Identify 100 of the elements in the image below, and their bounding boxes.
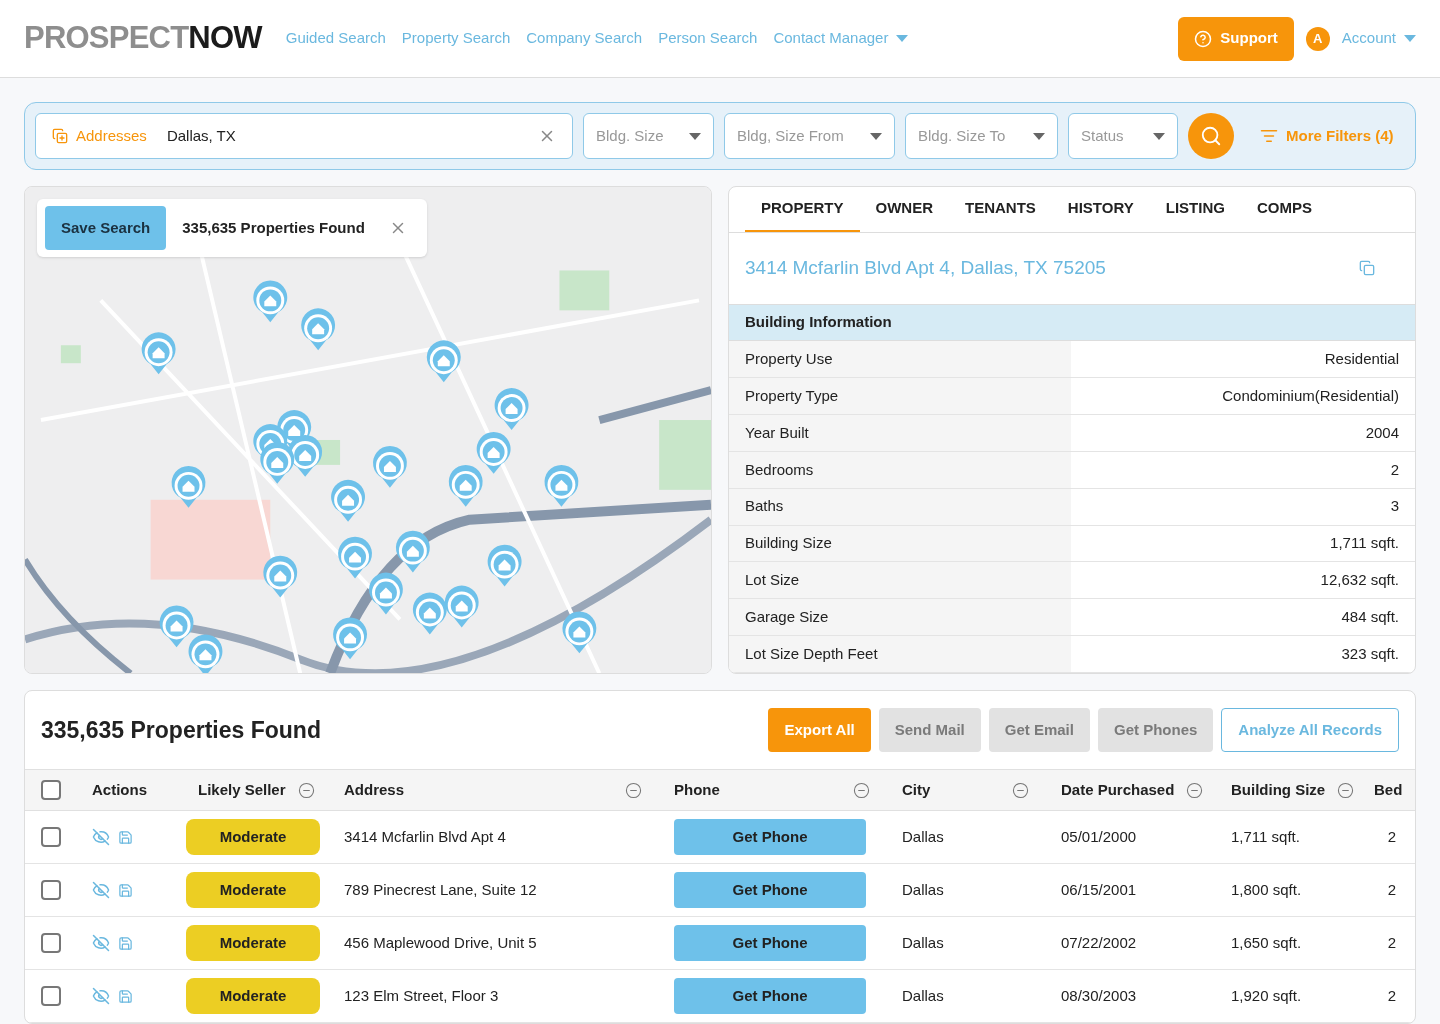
action-button[interactable]: Get Email (988, 708, 1090, 752)
field-label: Baths (729, 488, 1071, 525)
nav-link[interactable]: Company Search (526, 27, 643, 50)
filter-dropdown[interactable]: Bldg. Size To (905, 113, 1058, 159)
map[interactable]: Save Search 335,635 Properties Found (24, 186, 712, 674)
nav-link[interactable]: Person Search (658, 27, 758, 50)
field-label: Year Built (729, 415, 1071, 451)
copy-icon[interactable] (1359, 260, 1375, 277)
field-label: Lot Size Depth Feet (729, 636, 1071, 672)
add-icon (52, 128, 68, 144)
search-icon (1200, 125, 1222, 147)
save-icon[interactable] (118, 829, 133, 845)
table-cell-text: 2 (1387, 932, 1396, 953)
field-value: 12,632 sqft. (1319, 570, 1400, 591)
action-button[interactable]: Get Phones (1097, 708, 1214, 752)
field-label: Bedrooms (729, 451, 1071, 488)
column-header: City (902, 779, 931, 800)
hide-icon[interactable] (92, 934, 110, 952)
detail-tab[interactable]: COMPS (1240, 187, 1328, 232)
table-cell: 3414 Mcfarlin Blvd Apt 4 (344, 827, 506, 845)
column-header: Building Size (1231, 779, 1326, 800)
column-header: Address (344, 779, 405, 800)
filter-dropdown[interactable]: Bldg, Size From (724, 113, 895, 159)
column-header: Likely Seller (198, 779, 286, 800)
address-search-field[interactable]: Addresses Dallas, TX (35, 113, 573, 159)
nav-link[interactable]: Contact Manager (773, 27, 909, 50)
table-cell: 1,711 sqft. (1231, 827, 1300, 845)
table-cell: 456 Maplewood Drive, Unit 5 (344, 933, 537, 951)
row-checkbox[interactable] (40, 986, 61, 1006)
detail-tab[interactable]: PROPERTY (745, 187, 860, 232)
column-header: Actions (92, 779, 147, 800)
remove-column-icon[interactable] (297, 781, 315, 799)
hide-icon[interactable] (92, 828, 110, 846)
more-filters-button[interactable]: More Filters (4) (1260, 124, 1394, 148)
action-button[interactable]: Send Mail (878, 708, 981, 752)
get-phone-button[interactable]: Get Phone (674, 978, 866, 1014)
action-button[interactable]: Export All (768, 708, 871, 752)
table-cell: Dallas (902, 827, 944, 845)
hide-icon[interactable] (92, 881, 110, 899)
search-button[interactable] (1188, 113, 1234, 159)
column-header: Date Purchased (1061, 779, 1175, 800)
table-cell: Dallas (902, 986, 944, 1004)
save-icon[interactable] (118, 988, 133, 1004)
field-value: Condominium(Residential) (1221, 385, 1400, 406)
table-cell: 1,650 sqft. (1231, 933, 1302, 951)
likely-seller-badge: Moderate (186, 925, 320, 961)
nav-link[interactable]: Property Search (401, 27, 511, 50)
nav-link[interactable]: Guided Search (285, 27, 386, 50)
help-icon (1194, 29, 1213, 48)
filter-icon (1260, 127, 1278, 145)
detail-tab[interactable]: LISTING (1149, 187, 1241, 232)
avatar: A (1305, 26, 1330, 51)
save-icon[interactable] (118, 935, 133, 951)
save-icon[interactable] (118, 882, 133, 898)
logo-text: NOW (188, 19, 262, 58)
remove-column-icon[interactable] (1012, 781, 1029, 799)
field-value: 1,711 sqft. (1329, 533, 1400, 554)
account-menu[interactable]: Account (1341, 27, 1416, 50)
table-cell: 06/15/2001 (1061, 880, 1137, 898)
get-phone-button[interactable]: Get Phone (674, 872, 866, 908)
logo-text: PROSPECT (24, 19, 189, 58)
caret-icon (870, 132, 882, 140)
table-cell: 08/30/2003 (1061, 986, 1137, 1004)
field-value: 3 (1389, 496, 1400, 517)
field-label: Property Use (729, 341, 1071, 378)
field-value: 2 (1389, 459, 1400, 480)
save-search-button[interactable]: Save Search (45, 206, 167, 250)
table-cell: 05/01/2000 (1061, 827, 1137, 845)
caret-icon (896, 35, 909, 42)
caret-icon (1153, 132, 1165, 140)
field-value: 323 sqft. (1340, 643, 1400, 664)
field-label: Building Size (729, 525, 1071, 562)
address-input[interactable]: Dallas, TX (166, 124, 530, 148)
field-label: Garage Size (729, 599, 1071, 636)
table-cell-text: 2 (1387, 985, 1396, 1006)
caret-icon (1404, 35, 1416, 42)
row-checkbox[interactable] (40, 933, 61, 953)
detail-tab[interactable]: TENANTS (949, 187, 1052, 232)
select-all-checkbox[interactable] (40, 780, 61, 800)
caret-icon (1033, 132, 1045, 140)
get-phone-button[interactable]: Get Phone (674, 819, 866, 855)
row-checkbox[interactable] (40, 827, 61, 847)
remove-column-icon[interactable] (853, 781, 870, 799)
caret-icon (689, 132, 701, 140)
table-cell: Dallas (902, 880, 944, 898)
hide-icon[interactable] (92, 987, 110, 1005)
likely-seller-badge: Moderate (186, 819, 320, 855)
field-value: Residential (1323, 349, 1400, 370)
get-phone-button[interactable]: Get Phone (674, 925, 866, 961)
action-button[interactable]: Analyze All Records (1221, 708, 1399, 752)
row-checkbox[interactable] (40, 880, 61, 900)
detail-tab[interactable]: HISTORY (1051, 187, 1150, 232)
support-button[interactable]: Support (1178, 16, 1294, 61)
filter-dropdown[interactable]: Status (1068, 113, 1178, 159)
table-cell-text: 2 (1387, 879, 1396, 900)
remove-column-icon[interactable] (1337, 781, 1355, 799)
remove-column-icon[interactable] (1186, 781, 1204, 799)
filter-dropdown[interactable]: Bldg. Size (583, 113, 714, 159)
detail-tab[interactable]: OWNER (859, 187, 949, 232)
remove-column-icon[interactable] (625, 781, 642, 799)
